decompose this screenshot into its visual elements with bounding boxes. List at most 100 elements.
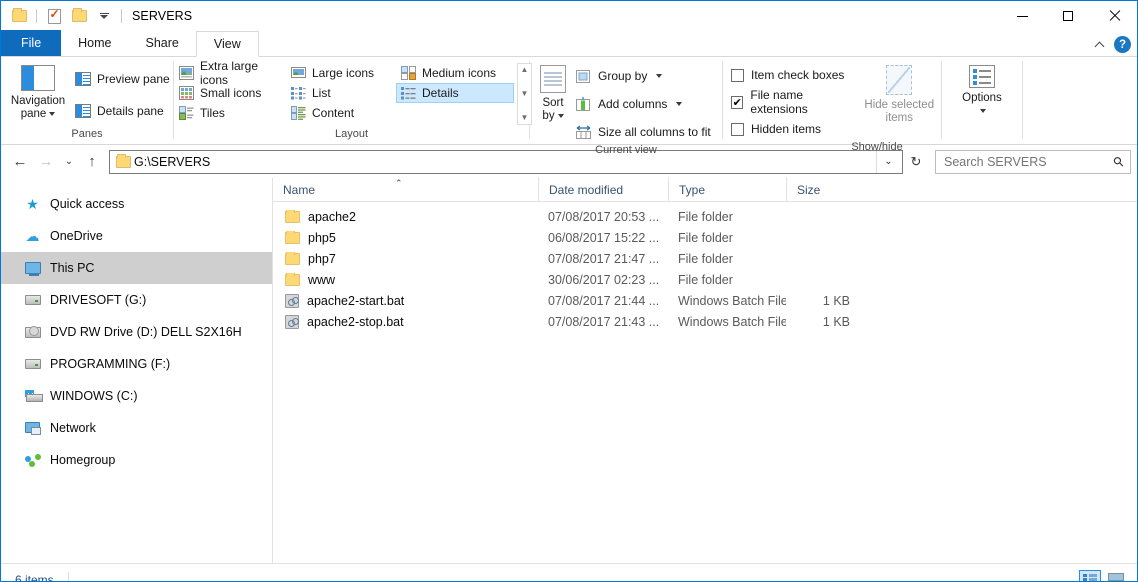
quick-access-toolbar — [1, 1, 124, 31]
medium-icons-icon — [401, 66, 416, 80]
folder-icon[interactable] — [9, 6, 29, 26]
scroll-down-icon[interactable]: ▼ — [521, 90, 529, 98]
column-header-type[interactable]: Type — [668, 177, 786, 201]
chevron-down-icon[interactable] — [980, 108, 987, 113]
item-check-boxes-option[interactable]: Item check boxes — [731, 63, 858, 87]
chevron-down-icon[interactable] — [676, 102, 683, 106]
customize-dropdown-icon[interactable] — [94, 6, 114, 26]
file-name-cell: apache2-start.bat — [273, 293, 538, 308]
layout-list[interactable]: List — [286, 83, 394, 103]
scroll-up-icon[interactable]: ▲ — [521, 66, 529, 74]
details-view-icon — [1083, 573, 1097, 581]
thumbnails-view-button[interactable] — [1105, 570, 1127, 581]
layout-medium-icons[interactable]: Medium icons — [396, 63, 514, 83]
sidebar-item-drivesoft-g[interactable]: DRIVESOFT (G:) — [1, 284, 272, 316]
minimize-button[interactable] — [999, 1, 1045, 31]
table-row[interactable]: apache2 07/08/2017 20:53 ... File folder — [273, 206, 1137, 227]
navigation-pane-label-1: Navigation — [10, 95, 66, 107]
folder-icon — [285, 230, 300, 244]
preview-pane-button[interactable]: Preview pane — [75, 67, 170, 91]
layout-extra-large-icons[interactable]: Extra large icons — [174, 59, 284, 87]
tab-share[interactable]: Share — [129, 30, 196, 56]
sidebar-item-programming-f[interactable]: PROGRAMMING (F:) — [1, 348, 272, 380]
table-row[interactable]: www 30/06/2017 02:23 ... File folder — [273, 269, 1137, 290]
checkbox-unchecked-icon[interactable] — [731, 68, 744, 82]
sidebar-item-network[interactable]: Network — [1, 412, 272, 444]
layout-small-icons[interactable]: Small icons — [174, 83, 284, 103]
explorer-body: ★ Quick access ☁ OneDrive This PC DRIVES… — [1, 177, 1137, 563]
group-by-button[interactable]: Group by — [576, 64, 711, 88]
sidebar-item-label: DRIVESOFT (G:) — [50, 293, 147, 307]
tab-home[interactable]: Home — [61, 30, 128, 56]
up-button[interactable]: ↑ — [79, 149, 105, 175]
help-icon[interactable]: ? — [1114, 36, 1131, 53]
hide-selected-items-icon — [886, 65, 913, 95]
add-columns-button[interactable]: Add columns — [576, 92, 711, 116]
column-header-name[interactable]: Name ⌃ — [273, 177, 538, 201]
add-columns-icon — [576, 96, 592, 112]
ribbon-group-label-options — [942, 128, 1022, 145]
hidden-items-label: Hidden items — [751, 122, 822, 136]
file-name-text: php5 — [308, 230, 336, 245]
properties-icon[interactable] — [44, 6, 64, 26]
tab-file[interactable]: File — [1, 30, 62, 56]
layout-label: Small icons — [200, 86, 262, 100]
sort-by-button[interactable]: Sort by — [530, 61, 576, 123]
sidebar-item-onedrive[interactable]: ☁ OneDrive — [1, 220, 272, 252]
table-row[interactable]: php7 07/08/2017 21:47 ... File folder — [273, 248, 1137, 269]
close-button[interactable] — [1091, 1, 1137, 31]
layout-large-icons[interactable]: Large icons — [286, 63, 394, 83]
chevron-down-icon[interactable] — [656, 74, 663, 78]
expand-gallery-icon[interactable]: ▼ — [521, 114, 529, 122]
size-columns-icon — [576, 125, 592, 140]
details-view-button[interactable] — [1079, 569, 1101, 581]
forward-button[interactable]: → — [33, 149, 59, 175]
table-row[interactable]: apache2-stop.bat 07/08/2017 21:43 ... Wi… — [273, 311, 1137, 332]
ribbon-group-label-show-hide: Show/hide — [851, 141, 903, 153]
sidebar-item-this-pc[interactable]: This PC — [1, 252, 272, 284]
file-type-cell: File folder — [678, 209, 733, 224]
file-size-cell: 1 KB — [822, 293, 850, 308]
hide-selected-items-button: Hide selected items — [858, 61, 941, 125]
add-columns-label: Add columns — [598, 97, 668, 111]
folder-icon — [285, 209, 300, 223]
hidden-items-option[interactable]: Hidden items — [731, 117, 858, 141]
checkbox-unchecked-icon[interactable] — [731, 122, 744, 136]
chevron-down-icon[interactable] — [557, 113, 564, 118]
preview-pane-icon — [75, 72, 91, 86]
layout-content[interactable]: Content — [286, 103, 394, 123]
file-name-extensions-option[interactable]: ✔ File name extensions — [731, 88, 858, 116]
new-folder-icon[interactable] — [69, 6, 89, 26]
table-row[interactable]: apache2-start.bat 07/08/2017 21:44 ... W… — [273, 290, 1137, 311]
recent-locations-button[interactable]: ⌄ — [59, 149, 79, 175]
sidebar-item-quick-access[interactable]: ★ Quick access — [1, 188, 272, 220]
collapse-ribbon-icon[interactable] — [1096, 40, 1105, 49]
back-button[interactable]: ← — [7, 149, 33, 175]
sidebar-item-homegroup[interactable]: Homegroup — [1, 444, 272, 476]
size-all-columns-button[interactable]: Size all columns to fit — [576, 120, 711, 144]
file-name-cell: apache2 — [273, 209, 538, 224]
details-pane-button[interactable]: Details pane — [75, 99, 170, 123]
file-name-cell: php7 — [273, 251, 538, 266]
sort-by-icon — [540, 65, 566, 93]
file-type-cell: File folder — [678, 251, 733, 266]
layout-details[interactable]: Details — [396, 83, 514, 103]
file-name-text: apache2-stop.bat — [307, 314, 404, 329]
column-header-label: Name — [283, 183, 316, 197]
table-row[interactable]: php5 06/08/2017 15:22 ... File folder — [273, 227, 1137, 248]
maximize-button[interactable] — [1045, 1, 1091, 31]
column-header-date-modified[interactable]: Date modified — [538, 177, 668, 201]
tab-view[interactable]: View — [195, 31, 259, 57]
file-date-cell: 06/08/2017 15:22 ... — [548, 230, 660, 245]
column-header-size[interactable]: Size — [786, 177, 864, 201]
chevron-down-icon[interactable] — [49, 111, 56, 116]
sidebar-item-dvd-rw-drive-d[interactable]: DVD RW Drive (D:) DELL S2X16H — [1, 316, 272, 348]
sidebar-item-label: Homegroup — [50, 453, 116, 467]
navigation-pane-button[interactable]: Navigation pane — [1, 61, 75, 121]
search-box[interactable]: ⚲ — [935, 149, 1131, 174]
search-input[interactable] — [942, 153, 1115, 170]
options-button[interactable]: Options — [947, 61, 1017, 118]
sidebar-item-windows-c[interactable]: WINDOWS (C:) — [1, 380, 272, 412]
checkbox-checked-icon[interactable]: ✔ — [731, 95, 744, 109]
layout-tiles[interactable]: Tiles — [174, 103, 284, 123]
